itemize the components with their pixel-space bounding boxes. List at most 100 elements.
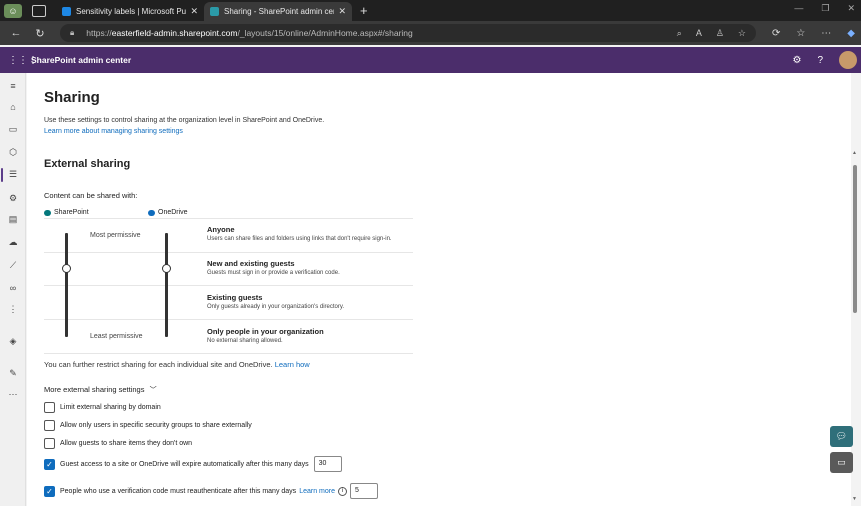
info-icon[interactable]: i <box>337 486 347 496</box>
browser-toolbar: ← ↻ 🔒︎ https://easterfield-admin.sharepo… <box>0 21 861 45</box>
url-path: /_layouts/15/online/AdminHome.aspx#/shar… <box>237 28 413 38</box>
settings-icon[interactable]: ⚙ <box>0 193 26 204</box>
home-icon[interactable]: ⌂ <box>0 102 26 112</box>
advanced-icon[interactable]: ∞ <box>0 283 26 293</box>
sharepoint-slider-handle[interactable] <box>62 264 71 273</box>
level-desc: Only guests already in your organization… <box>207 304 345 310</box>
option-label: Allow only users in specific security gr… <box>60 422 252 429</box>
browser-tab-sharing[interactable]: Sharing - SharePoint admin center ✕ <box>204 2 352 21</box>
refresh-page-icon[interactable]: ⟳ <box>772 28 780 39</box>
help-assistant-button[interactable]: 💬︎ <box>830 426 853 447</box>
onedrive-slider-handle[interactable] <box>162 264 171 273</box>
service-onedrive: OneDrive <box>148 209 188 216</box>
purview-icon <box>62 7 71 16</box>
sites-icon[interactable]: ▭ <box>0 124 26 135</box>
level-desc: Guests must sign in or provide a verific… <box>207 270 340 276</box>
option-reauthenticate[interactable]: ✓ People who use a verification code mus… <box>44 483 378 499</box>
option-limit-domain[interactable]: Limit external sharing by domain <box>44 402 161 413</box>
checkbox[interactable] <box>44 420 55 431</box>
sharepoint-icon <box>210 7 219 16</box>
app-title[interactable]: SharePoint admin center <box>31 55 131 65</box>
lock-icon[interactable]: 🔒︎ <box>70 28 74 38</box>
scrollbar[interactable]: ▲ ▼ <box>851 150 859 504</box>
window-controls: — ❐ ✕ <box>794 3 855 14</box>
scrollbar-thumb[interactable] <box>853 165 857 313</box>
address-bar[interactable]: 🔒︎ https://easterfield-admin.sharepoint.… <box>60 24 756 42</box>
scroll-up-icon[interactable]: ▲ <box>852 150 857 156</box>
more-features-icon[interactable]: ⋮ <box>0 304 26 315</box>
restore-icon[interactable]: ❐ <box>821 3 829 14</box>
minimize-icon[interactable]: — <box>794 3 803 14</box>
most-permissive-label: Most permissive <box>90 232 141 239</box>
checkbox[interactable] <box>44 402 55 413</box>
section-title: External sharing <box>44 158 131 170</box>
checkbox-checked[interactable]: ✓ <box>44 485 55 497</box>
service-name: SharePoint <box>54 209 89 216</box>
restrict-text: You can further restrict sharing for eac… <box>44 360 273 369</box>
page-title: Sharing <box>44 89 100 106</box>
customize-icon[interactable]: ✎ <box>0 368 26 379</box>
more-icon[interactable]: ⋯ <box>0 389 26 400</box>
profile-icon[interactable]: ☺ <box>4 3 22 18</box>
close-icon[interactable]: ✕ <box>190 6 198 17</box>
zoom-icon[interactable]: ⌕ <box>677 28 682 39</box>
chevron-down-icon: ﹀ <box>149 387 157 394</box>
option-guest-expiry[interactable]: ✓ Guest access to a site or OneDrive wil… <box>44 456 342 472</box>
option-guests-share[interactable]: Allow guests to share items they don't o… <box>44 438 192 449</box>
expiry-days-input[interactable]: 30 <box>313 456 342 472</box>
service-sharepoint: SharePoint <box>44 209 89 216</box>
level-desc: Users can share files and folders using … <box>207 236 392 242</box>
reports-icon[interactable]: ⟋ <box>0 260 26 271</box>
browser-tab-purview[interactable]: Sensitivity labels | Microsoft Purview ✕ <box>56 2 204 21</box>
learn-how-link[interactable]: Learn how <box>275 360 310 369</box>
copilot-icon[interactable]: ◆ <box>847 28 855 39</box>
left-nav-rail: ≡ ⌂ ▭ ⬡ ☰ ⚙ ▤ ☁ ⟋ ∞ ⋮ ◈ ✎ ⋯ <box>0 73 26 506</box>
more-icon[interactable]: ⋯ <box>821 28 831 39</box>
url-prefix: https:// <box>86 28 112 38</box>
admin-centers-icon[interactable]: ◈ <box>0 336 26 347</box>
avatar[interactable] <box>839 51 857 69</box>
learn-more-sharing-link[interactable]: Learn more about managing sharing settin… <box>44 126 324 137</box>
scroll-down-icon[interactable]: ▼ <box>852 496 857 502</box>
sharepoint-slider-track[interactable] <box>65 233 68 337</box>
onedrive-slider-track[interactable] <box>165 233 168 337</box>
settings-sliders-icon[interactable]: ☰ <box>0 169 26 180</box>
read-aloud-icon[interactable]: A <box>696 28 702 39</box>
new-tab-icon[interactable]: + <box>360 3 368 18</box>
content-services-icon[interactable]: ▤ <box>0 214 26 225</box>
url-host: easterfield-admin.sharepoint.com <box>111 28 238 38</box>
checkbox-checked[interactable]: ✓ <box>44 458 55 470</box>
app-launcher-icon[interactable]: ⋮⋮⋮ <box>8 55 38 66</box>
learn-more-link[interactable]: Learn more <box>299 488 335 495</box>
close-window-icon[interactable]: ✕ <box>847 3 855 14</box>
close-icon[interactable]: ✕ <box>338 6 346 17</box>
option-label: Allow guests to share items they don't o… <box>60 440 193 447</box>
toolbar-right: ⟳ ☆ ⋯ ◆ <box>772 28 855 39</box>
sharepoint-icon <box>44 209 51 216</box>
app-header: ⋮⋮⋮ SharePoint admin center ⚙ ? <box>0 47 861 73</box>
back-icon[interactable]: ← <box>8 27 24 39</box>
refresh-icon[interactable]: ↻ <box>32 27 48 40</box>
person-icon[interactable]: ♙ <box>716 28 724 39</box>
settings-gear-icon[interactable]: ⚙ <box>792 55 801 66</box>
shared-with-label: Content can be shared with: <box>44 191 138 200</box>
menu-icon[interactable]: ≡ <box>0 81 26 91</box>
favorite-star-icon[interactable]: ☆ <box>738 28 746 39</box>
tab-title: Sensitivity labels | Microsoft Purview <box>76 7 187 16</box>
checkbox[interactable] <box>44 438 55 449</box>
level-name: Only people in your organization <box>207 327 324 336</box>
more-settings-toggle[interactable]: More external sharing settings ﹀ <box>44 385 157 395</box>
header-actions: ⚙ ? <box>792 51 857 69</box>
tab-actions-icon[interactable] <box>32 4 46 17</box>
favorites-icon[interactable]: ☆ <box>796 28 805 39</box>
help-icon[interactable]: ? <box>817 55 823 66</box>
option-security-groups[interactable]: Allow only users in specific security gr… <box>44 420 252 431</box>
onedrive-cloud-icon <box>148 209 155 216</box>
tab-title: Sharing - SharePoint admin center <box>224 7 334 16</box>
divider <box>44 353 413 354</box>
migration-icon[interactable]: ☁ <box>0 237 26 248</box>
reauth-days-input[interactable]: 5 <box>349 483 378 499</box>
feedback-button[interactable]: ▭ <box>830 452 853 473</box>
intro-text: Use these settings to control sharing at… <box>44 117 325 124</box>
policies-icon[interactable]: ⬡ <box>0 147 26 158</box>
